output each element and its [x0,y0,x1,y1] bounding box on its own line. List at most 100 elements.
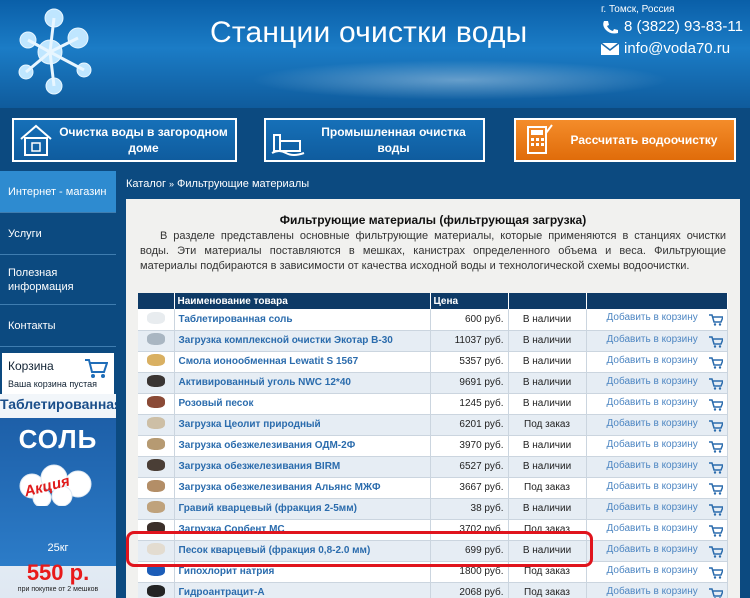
cart-icon [85,359,108,378]
add-to-cart-cell[interactable]: Добавить в корзину [586,372,728,394]
product-thumbnail-cell[interactable] [138,477,175,499]
breadcrumb-root[interactable]: Каталог [126,178,166,190]
molecule-logo[interactable] [8,4,108,104]
product-name[interactable]: Гравий кварцевый (фракция 2-5мм) [174,498,431,520]
add-to-cart-cell[interactable]: Добавить в корзину [586,456,728,478]
product-thumbnail-cell[interactable] [138,372,175,394]
sidebar-item-contacts[interactable]: Контакты [0,305,116,347]
table-row: Активированный уголь NWC 12*40 9691 руб. В… [138,372,728,394]
col-availability [508,293,587,309]
cart-icon[interactable] [709,419,723,432]
product-thumbnail[interactable] [146,396,165,408]
cart-icon[interactable] [709,545,723,558]
product-name[interactable]: Загрузка обезжелезивания ОДМ-2Ф [174,435,431,457]
add-to-cart-cell[interactable]: Добавить в корзину [586,414,728,436]
product-thumbnail[interactable] [146,585,165,597]
product-name[interactable]: Розовый песок [174,393,431,415]
product-availability: Под заказ [508,477,587,499]
nav-country-house-button[interactable]: Очистка воды в загородном доме [12,118,237,162]
add-to-cart-link[interactable]: Добавить в корзину [607,523,698,534]
product-thumbnail[interactable] [146,375,165,387]
add-to-cart-cell[interactable]: Добавить в корзину [586,540,728,562]
product-price: 1245 руб. [430,393,509,415]
water-splash [250,60,670,100]
product-thumbnail[interactable] [146,311,165,324]
add-to-cart-link[interactable]: Добавить в корзину [607,418,698,429]
sidebar-item-useful-info[interactable]: Полезная информация [0,255,116,305]
product-thumbnail-cell[interactable] [138,309,175,331]
product-name[interactable]: Таблетированная соль [174,309,431,331]
add-to-cart-cell[interactable]: Добавить в корзину [586,435,728,457]
cart-icon[interactable] [709,587,723,598]
table-row: Загрузка обезжелезивания ОДМ-2Ф 3970 руб.… [138,435,728,457]
add-to-cart-cell[interactable]: Добавить в корзину [586,330,728,352]
cart-icon[interactable] [709,566,723,579]
product-thumbnail[interactable] [146,354,165,366]
cart-icon[interactable] [709,461,723,474]
product-thumbnail-cell[interactable] [138,393,175,415]
product-thumbnail-cell[interactable] [138,435,175,457]
product-name[interactable]: Активированный уголь NWC 12*40 [174,372,431,394]
product-thumbnail-cell[interactable] [138,330,175,352]
add-to-cart-link[interactable]: Добавить в корзину [607,334,698,345]
table-header-row: Наименование товара Цена [138,293,728,309]
add-to-cart-link[interactable]: Добавить в корзину [607,439,698,450]
product-price: 6201 руб. [430,414,509,436]
product-thumbnail-cell[interactable] [138,498,175,520]
product-availability: В наличии [508,456,587,478]
product-name[interactable]: Загрузка обезжелезивания Альянс МЖФ [174,477,431,499]
product-thumbnail[interactable] [146,438,165,450]
cart-icon[interactable] [709,335,723,348]
product-thumbnail[interactable] [146,480,165,492]
product-thumbnail-cell[interactable] [138,351,175,373]
cart-icon[interactable] [709,503,723,516]
product-thumbnail-cell[interactable] [138,414,175,436]
add-to-cart-link[interactable]: Добавить в корзину [607,481,698,492]
product-name[interactable]: Загрузка Цеолит природный [174,414,431,436]
phone-contact[interactable]: 8 (3822) 93-83-11 [600,18,743,35]
add-to-cart-cell[interactable]: Добавить в корзину [586,498,728,520]
email-contact[interactable]: info@voda70.ru [600,40,730,57]
add-to-cart-link[interactable]: Добавить в корзину [607,565,698,576]
nav-industrial-button[interactable]: Промышленная очистка воды [264,118,485,162]
product-name[interactable]: Загрузка обезжелезивания BIRM [174,456,431,478]
add-to-cart-cell[interactable]: Добавить в корзину [586,582,728,598]
add-to-cart-link[interactable]: Добавить в корзину [607,502,698,513]
cart-icon[interactable] [709,440,723,453]
product-thumbnail[interactable] [146,417,165,429]
product-thumbnail-cell[interactable] [138,582,175,598]
cart-icon[interactable] [709,314,723,326]
add-to-cart-cell[interactable]: Добавить в корзину [586,393,728,415]
add-to-cart-cell[interactable]: Добавить в корзину [586,477,728,499]
add-to-cart-link[interactable]: Добавить в корзину [607,312,698,323]
cart-icon[interactable] [709,398,723,411]
add-to-cart-link[interactable]: Добавить в корзину [607,376,698,387]
promo-banner[interactable]: Таблетированная СОЛЬ Акция 25кг 550 р. п… [0,394,116,598]
add-to-cart-link[interactable]: Добавить в корзину [607,460,698,471]
add-to-cart-cell[interactable]: Добавить в корзину [586,351,728,373]
nav-label: Рассчитать водоочистку [570,133,718,147]
table-row: Смола ионообменная Lewatit S 1567 5357 ру… [138,351,728,373]
add-to-cart-cell[interactable]: Добавить в корзину [586,561,728,583]
nav-calculate-button[interactable]: Рассчитать водоочистку [514,118,736,162]
product-thumbnail[interactable] [146,459,165,471]
add-to-cart-link[interactable]: Добавить в корзину [607,586,698,597]
product-name[interactable]: Загрузка комплексной очистки Экотар В-30 [174,330,431,352]
product-thumbnail[interactable] [146,501,165,513]
product-price: 11037 руб. [430,330,509,352]
product-thumbnail-cell[interactable] [138,456,175,478]
cart-icon[interactable] [709,482,723,495]
cart-icon[interactable] [709,524,723,537]
add-to-cart-cell[interactable]: Добавить в корзину [586,519,728,541]
sidebar-item-shop[interactable]: Интернет - магазин [0,171,116,213]
product-name[interactable]: Смола ионообменная Lewatit S 1567 [174,351,431,373]
cart-icon[interactable] [709,377,723,390]
product-thumbnail[interactable] [146,333,165,345]
add-to-cart-link[interactable]: Добавить в корзину [607,397,698,408]
add-to-cart-cell[interactable]: Добавить в корзину [586,309,728,331]
add-to-cart-link[interactable]: Добавить в корзину [607,544,698,555]
sidebar-item-services[interactable]: Услуги [0,213,116,255]
cart-icon[interactable] [709,356,723,369]
add-to-cart-link[interactable]: Добавить в корзину [607,355,698,366]
product-name[interactable]: Гидроантрацит-А [174,582,431,598]
